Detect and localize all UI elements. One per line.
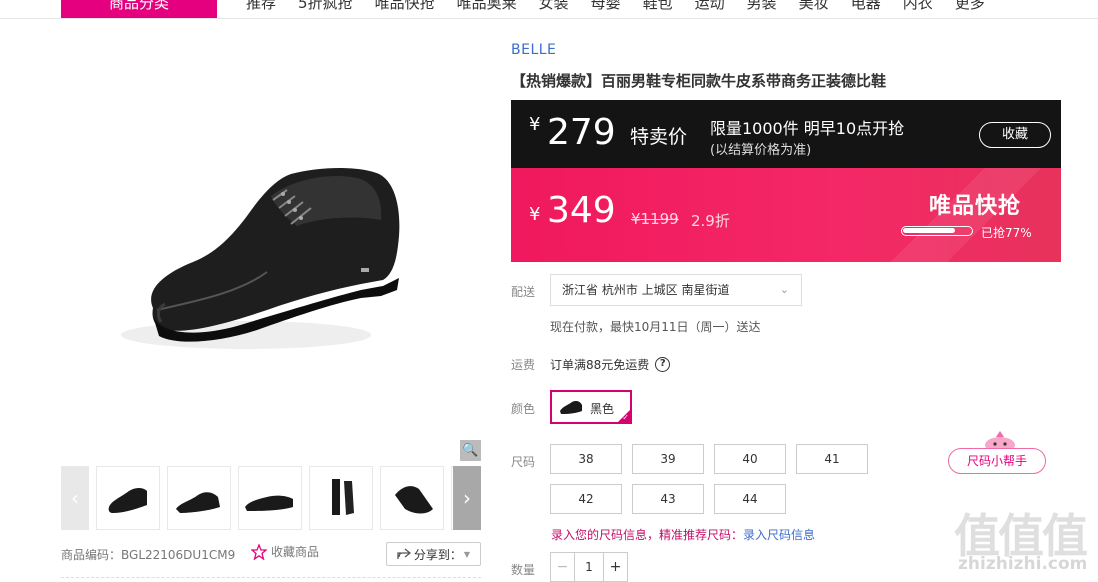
special-price: 279 [547, 112, 616, 153]
nav-item[interactable]: 女装 [539, 0, 569, 18]
decrement-button[interactable]: − [551, 553, 575, 581]
favorite-goods-link[interactable]: 收藏商品 [251, 543, 319, 560]
shoe-swatch-icon [560, 401, 582, 414]
nav-items: 推荐 5折疯抢 唯品快抢 唯品奥莱 女装 母婴 鞋包 运动 男装 美妆 电器 内… [246, 0, 1007, 18]
sold-percent: 已抢77% [981, 226, 1032, 240]
shipping-text: 订单满88元免运费 [550, 358, 650, 372]
sold-progress-fill [903, 228, 955, 233]
nav-item[interactable]: 唯品快抢 [375, 0, 435, 18]
size-label: 尺码 [511, 455, 536, 469]
nav-item[interactable]: 内衣 [903, 0, 933, 18]
address-select[interactable]: 浙江省 杭州市 上城区 南星街道 ⌄ [550, 274, 802, 306]
color-option-label: 黑色 [590, 402, 615, 416]
thumbnail[interactable] [309, 466, 373, 530]
favorite-goods-label: 收藏商品 [271, 545, 320, 559]
nav-item[interactable]: 唯品奥莱 [457, 0, 517, 18]
special-price-banner: ¥ 279 特卖价 限量1000件 明早10点开抢 (以结算价格为准) 收藏 [511, 100, 1061, 168]
chevron-left-icon[interactable]: ‹ [61, 466, 89, 530]
shoe-image [121, 168, 400, 349]
thumbnail[interactable] [380, 466, 444, 530]
brand-link[interactable]: BELLE [511, 42, 556, 58]
discount-rate: 2.9折 [691, 212, 730, 230]
share-button[interactable]: 分享到： ▼ [386, 542, 481, 566]
thumbnail[interactable] [96, 466, 160, 530]
star-icon [251, 543, 267, 560]
item-code: 商品编码：BGL22106DU1CM9 [61, 548, 236, 562]
nav-item[interactable]: 更多 [955, 0, 985, 18]
favorite-button[interactable]: 收藏 [979, 122, 1051, 148]
size-option[interactable]: 39 [632, 444, 704, 474]
increment-button[interactable]: + [603, 553, 627, 581]
thumbnail-strip: ‹ › [61, 466, 481, 530]
size-option[interactable]: 42 [550, 484, 622, 514]
currency-symbol: ¥ [529, 114, 541, 135]
shipping-label: 运费 [511, 358, 536, 372]
nav-item[interactable]: 母婴 [591, 0, 621, 18]
delivery-label: 配送 [511, 285, 536, 299]
magnifier-icon[interactable]: 🔍 [460, 440, 481, 461]
size-option[interactable]: 41 [796, 444, 868, 474]
quantity-input[interactable]: 1 [575, 553, 603, 581]
flash-sale-banner: ¥ 349 ¥1199 2.9折 唯品快抢 已抢77% [511, 168, 1061, 262]
color-option-black[interactable]: 黑色 ✓ [550, 390, 632, 424]
flash-sale-title: 唯品快抢 [929, 194, 1022, 219]
special-price-tag: 特卖价 [630, 126, 688, 148]
share-icon [397, 548, 411, 559]
product-title: 【热销爆款】百丽男鞋专柜同款牛皮系带商务正装德比鞋 [511, 72, 887, 90]
size-tip-link[interactable]: 录入尺码信息 [743, 528, 815, 542]
quantity-label: 数量 [511, 563, 536, 577]
category-menu-button[interactable]: 商品分类 [61, 0, 217, 18]
flash-price: 349 [547, 190, 616, 231]
chevron-down-icon: ⌄ [779, 283, 789, 296]
size-tip: 录入您的尺码信息，精准推荐尺码：录入尺码信息 [551, 526, 815, 543]
limit-text: 限量1000件 明早10点开抢 [710, 119, 905, 138]
currency-symbol: ¥ [529, 204, 541, 225]
size-helper-button[interactable]: 尺码小帮手 [948, 448, 1046, 474]
shipping-info: 订单满88元免运费 ? [550, 356, 671, 373]
nav-item[interactable]: 推荐 [246, 0, 276, 18]
question-icon[interactable]: ? [655, 357, 671, 372]
share-label: 分享到： [413, 547, 462, 562]
thumbnail[interactable] [238, 466, 302, 530]
size-option[interactable]: 40 [714, 444, 786, 474]
size-tip-text: 录入您的尺码信息，精准推荐尺码： [551, 528, 744, 542]
original-price: ¥1199 [631, 210, 679, 228]
size-option[interactable]: 43 [632, 484, 704, 514]
delivery-eta: 现在付款，最快10月11日（周一）送达 [550, 320, 761, 334]
thumbnail[interactable] [167, 466, 231, 530]
nav-item[interactable]: 美妆 [799, 0, 829, 18]
main-product-image[interactable] [61, 40, 481, 460]
item-meta: 商品编码：BGL22106DU1CM9 收藏商品 分享到： ▼ [61, 540, 481, 568]
color-label: 颜色 [511, 402, 536, 416]
site-watermark-url: zhizhizhi.com [958, 554, 1088, 574]
top-nav: 商品分类 推荐 5折疯抢 唯品快抢 唯品奥莱 女装 母婴 鞋包 运动 男装 美妆… [0, 0, 1098, 19]
nav-item[interactable]: 运动 [695, 0, 725, 18]
quantity-stepper: − 1 + [550, 552, 628, 582]
size-option[interactable]: 44 [714, 484, 786, 514]
divider [61, 577, 481, 578]
size-option[interactable]: 38 [550, 444, 622, 474]
chevron-right-icon[interactable]: › [453, 466, 481, 530]
check-icon: ✓ [622, 413, 629, 422]
nav-item[interactable]: 男装 [747, 0, 777, 18]
address-value: 浙江省 杭州市 上城区 南星街道 [562, 283, 730, 297]
nav-item[interactable]: 5折疯抢 [298, 0, 353, 18]
nav-item[interactable]: 电器 [851, 0, 881, 18]
sold-progress-bar [901, 226, 973, 236]
nav-item[interactable]: 鞋包 [643, 0, 673, 18]
limit-note: (以结算价格为准) [710, 143, 812, 158]
caret-down-icon: ▼ [463, 549, 471, 559]
